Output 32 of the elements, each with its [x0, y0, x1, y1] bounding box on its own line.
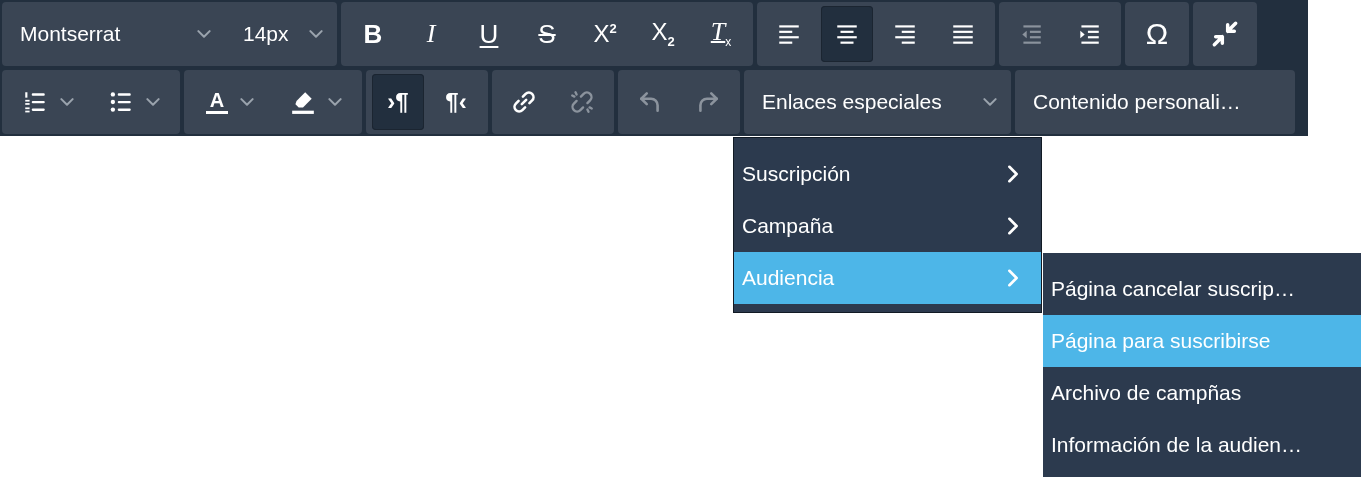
italic-button[interactable]: I: [405, 6, 457, 62]
text-color-button[interactable]: A: [190, 74, 270, 130]
caret-icon: [146, 97, 160, 107]
right-to-left-button[interactable]: ¶‹: [430, 74, 482, 130]
clear-format-button[interactable]: T$_{x}$: [695, 6, 747, 62]
strikethrough-button[interactable]: S: [521, 6, 573, 62]
superscript-button[interactable]: X$^{2}$: [579, 6, 631, 62]
bold-button[interactable]: B: [347, 6, 399, 62]
menu-item[interactable]: Campaña: [734, 200, 1041, 252]
menu-item[interactable]: Suscripción: [734, 148, 1041, 200]
caret-icon: [60, 97, 74, 107]
caret-icon: [309, 29, 323, 39]
left-to-right-button[interactable]: ›¶: [372, 74, 424, 130]
font-size-select[interactable]: 14px: [225, 2, 337, 66]
subscript-button[interactable]: X$_{2}$: [637, 6, 689, 62]
broken-link-icon: [569, 89, 595, 115]
menu-item[interactable]: Archivo de campñas: [1043, 367, 1361, 419]
bullet-list-icon: [108, 89, 134, 115]
underline-button[interactable]: U: [463, 6, 515, 62]
special-character-button[interactable]: Ω: [1131, 6, 1183, 62]
custom-content-menu-button[interactable]: Contenido personali…: [1015, 70, 1295, 134]
align-center-button[interactable]: [821, 6, 873, 62]
link-icon: [511, 89, 537, 115]
caret-icon: [197, 29, 211, 39]
menu-item[interactable]: Información de la audien…: [1043, 419, 1361, 471]
numbered-list-icon: [22, 89, 48, 115]
caret-icon: [240, 97, 255, 107]
special-links-menu-button[interactable]: Enlaces especiales: [744, 70, 1011, 134]
caret-icon: [328, 97, 342, 107]
menu-item[interactable]: Página cancelar suscrip…: [1043, 263, 1361, 315]
font-family-select[interactable]: Montserrat: [2, 2, 225, 66]
caret-icon: [983, 97, 997, 107]
